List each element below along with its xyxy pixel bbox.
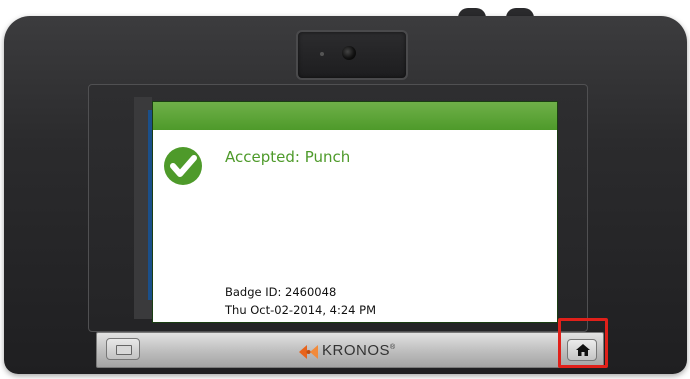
home-icon [576, 344, 590, 356]
menu-button[interactable] [106, 338, 140, 360]
punch-datetime-text: Thu Oct-02-2014, 4:24 PM [225, 303, 376, 317]
camera-icon [342, 46, 356, 60]
home-button[interactable] [567, 339, 597, 361]
badge-id-text: Badge ID: 2460048 [225, 285, 337, 299]
kronos-logo: KRONOS® [296, 342, 416, 362]
camera-indicator-dot [320, 52, 324, 56]
touch-screen[interactable]: Accepted: Punch Badge ID: 2460048 Thu Oc… [152, 101, 558, 323]
menu-icon [116, 345, 132, 355]
status-message: Accepted: Punch [225, 148, 351, 166]
screen-header-bar [153, 102, 557, 130]
checkmark-circle-icon [164, 147, 202, 185]
kronos-logo-mark [299, 345, 318, 359]
kronos-brand-text: KRONOS® [322, 342, 396, 359]
